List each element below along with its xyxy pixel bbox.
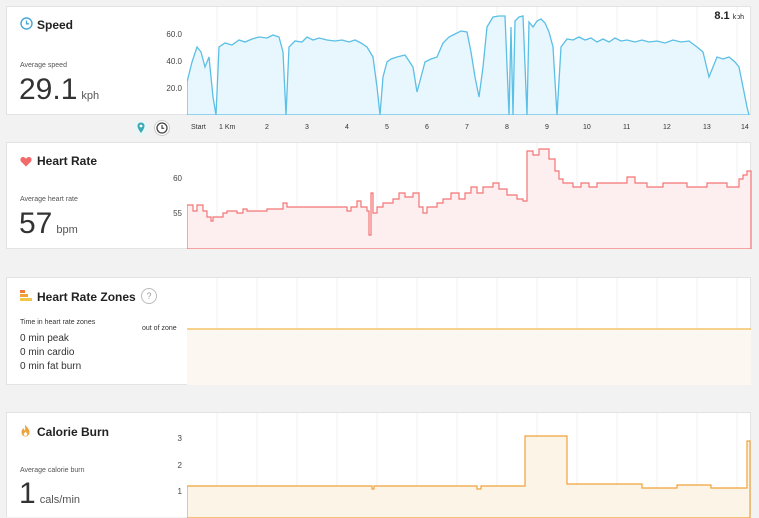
x-label: 10 (583, 124, 591, 131)
x-label: 2 (265, 124, 269, 131)
speed-ytick-20: 20.0 (166, 84, 182, 93)
x-label: 14 (741, 124, 749, 131)
heart-rate-panel: Heart Rate Average heart rate 57 bpm 60 5… (6, 142, 752, 249)
x-label: 13 (703, 124, 711, 131)
out-of-zone-area (187, 329, 751, 385)
calorie-chart[interactable] (187, 413, 752, 518)
average-heart-rate-value: 57 bpm (19, 207, 78, 241)
cal-ytick-2: 2 (177, 461, 182, 470)
speed-title: Speed (37, 18, 74, 32)
x-label: 9 (545, 124, 549, 131)
flame-icon (20, 424, 31, 442)
hr-ytick-60: 60 (173, 174, 182, 183)
speed-panel: Speed Average speed 29.1 kph 60.0 40.0 20… (6, 6, 751, 115)
heart-rate-unit: bpm (56, 224, 78, 236)
x-label: 4 (345, 124, 349, 131)
speed-unit: kph (81, 90, 100, 102)
map-pin-icon[interactable] (133, 120, 149, 136)
help-icon[interactable]: ? (141, 288, 157, 304)
x-label: 1 Km (219, 124, 236, 131)
x-axis-controls (0, 115, 759, 141)
peak-zone: 0 min peak (20, 333, 69, 344)
speed-chart[interactable] (187, 7, 752, 115)
heart-icon (20, 154, 32, 172)
average-speed-value: 29.1 kph (19, 73, 99, 107)
calorie-line (187, 435, 751, 518)
speed-value: 29.1 (19, 73, 78, 106)
calorie-burn-panel: Calorie Burn Average calorie burn 1 cals/… (6, 412, 752, 518)
average-calorie-value: 1 cals/min (19, 477, 80, 511)
calorie-burn-title: Calorie Burn (37, 425, 110, 439)
average-calorie-label: Average calorie burn (20, 467, 85, 474)
x-label: 3 (305, 124, 309, 131)
average-speed-label: Average speed (20, 62, 67, 69)
average-heart-rate-label: Average heart rate (20, 196, 78, 203)
zones-title: Heart Rate Zones (37, 290, 136, 304)
x-label: Start (191, 124, 206, 131)
zones-icon (20, 289, 33, 307)
x-label: 6 (425, 124, 429, 131)
fat-burn-zone: 0 min fat burn (20, 361, 82, 372)
heart-rate-zones-panel: Heart Rate Zones ? Time in heart rate zo… (6, 277, 751, 385)
calorie-value: 1 (19, 477, 36, 510)
zones-chart[interactable] (187, 278, 752, 385)
x-label: 11 (623, 124, 631, 131)
heart-rate-value: 57 (19, 207, 53, 240)
clock-icon (20, 17, 33, 35)
cal-ytick-3: 3 (177, 434, 182, 443)
x-label: 7 (465, 124, 469, 131)
zones-label: Time in heart rate zones (20, 319, 96, 326)
hr-ytick-55: 55 (173, 209, 182, 218)
x-label: 8 (505, 124, 509, 131)
speed-ytick-40: 40.0 (166, 57, 182, 66)
heart-rate-line (187, 148, 752, 249)
cardio-zone: 0 min cardio (20, 347, 75, 358)
x-label: 12 (663, 124, 671, 131)
heart-rate-chart[interactable] (187, 143, 752, 249)
out-of-zone-label: out of zone (142, 325, 177, 332)
time-toggle-icon[interactable] (154, 120, 170, 136)
heart-rate-title: Heart Rate (37, 154, 98, 168)
calorie-unit: cals/min (39, 494, 81, 506)
speed-line (187, 15, 750, 115)
speed-ytick-60: 60.0 (166, 30, 182, 39)
x-label: 5 (385, 124, 389, 131)
cal-ytick-1: 1 (177, 487, 182, 496)
